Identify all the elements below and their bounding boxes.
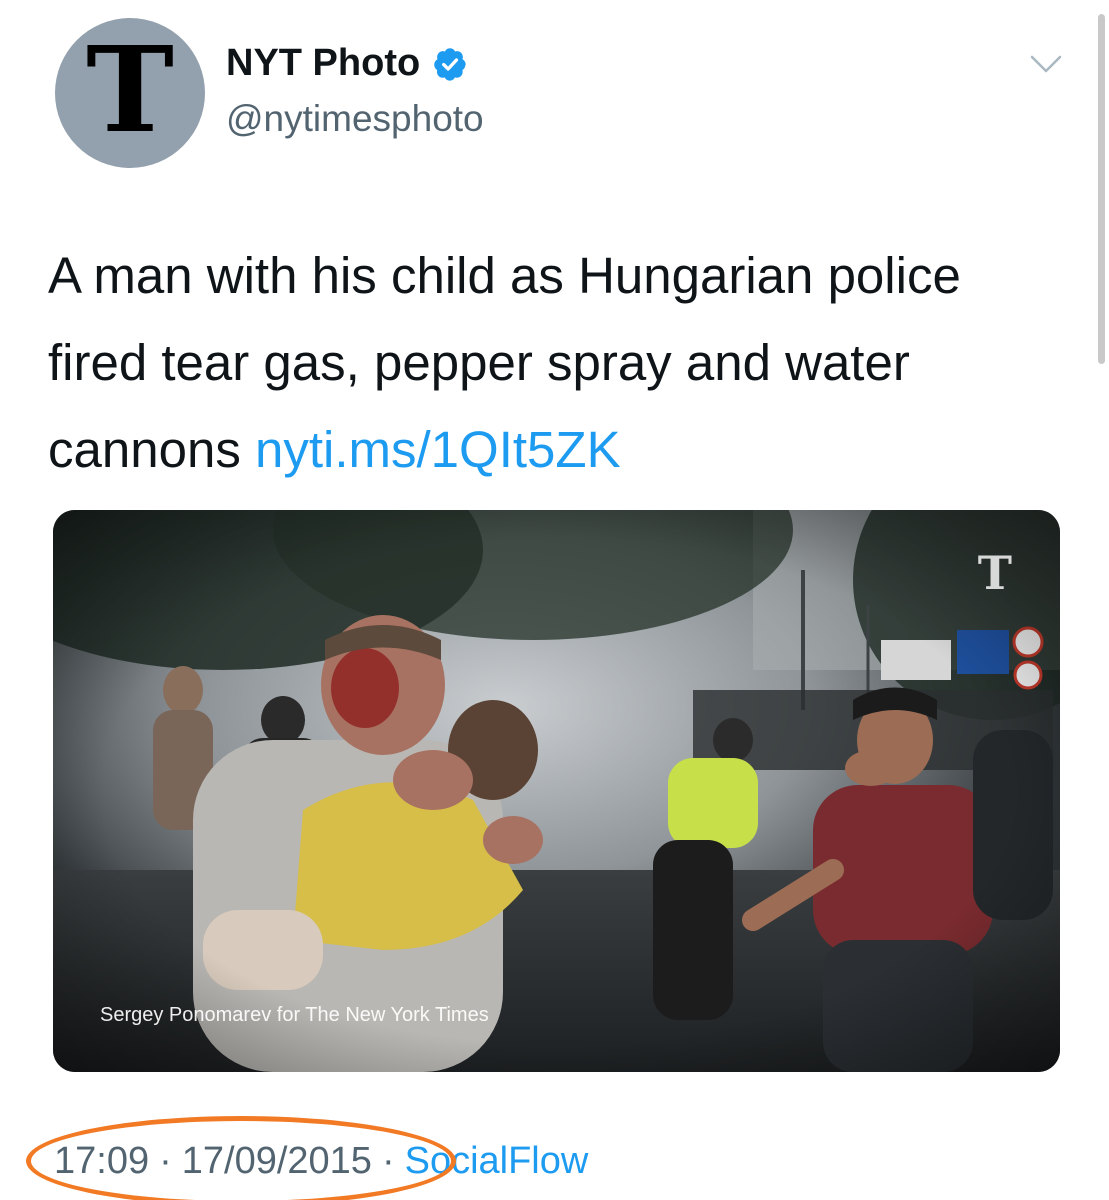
- photo-watermark-logo: T: [977, 546, 1012, 600]
- tweet-time[interactable]: 17:09: [54, 1140, 149, 1183]
- author-name-row: NYT Photo: [226, 42, 468, 85]
- avatar-logo-letter: T: [86, 20, 174, 159]
- author-handle[interactable]: @nytimesphoto: [226, 98, 484, 140]
- author-display-name[interactable]: NYT Photo: [226, 42, 420, 85]
- tweet-link[interactable]: nyti.ms/1QIt5ZK: [255, 421, 621, 478]
- tweet-text: A man with his child as Hungarian police…: [48, 232, 1058, 493]
- verified-badge-icon: [434, 47, 466, 81]
- tweet: T NYT Photo @nytimesphoto A man with his…: [0, 0, 1109, 1200]
- tweet-photo[interactable]: T Sergey Ponomarev for The New York Time…: [53, 510, 1060, 1072]
- meta-separator: ·: [159, 1140, 172, 1182]
- photo-credit: Sergey Ponomarev for The New York Times: [100, 1004, 489, 1026]
- scrollbar[interactable]: [1098, 14, 1105, 364]
- photo-scene: [53, 510, 1060, 1072]
- chevron-down-icon[interactable]: [1028, 52, 1064, 76]
- avatar[interactable]: T: [55, 18, 205, 168]
- tweet-source-link[interactable]: SocialFlow: [405, 1140, 589, 1183]
- tweet-date[interactable]: 17/09/2015: [182, 1140, 372, 1183]
- meta-separator: ·: [381, 1140, 395, 1182]
- tweet-meta: 17:09 · 17/09/2015 · SocialFlow: [54, 1140, 588, 1183]
